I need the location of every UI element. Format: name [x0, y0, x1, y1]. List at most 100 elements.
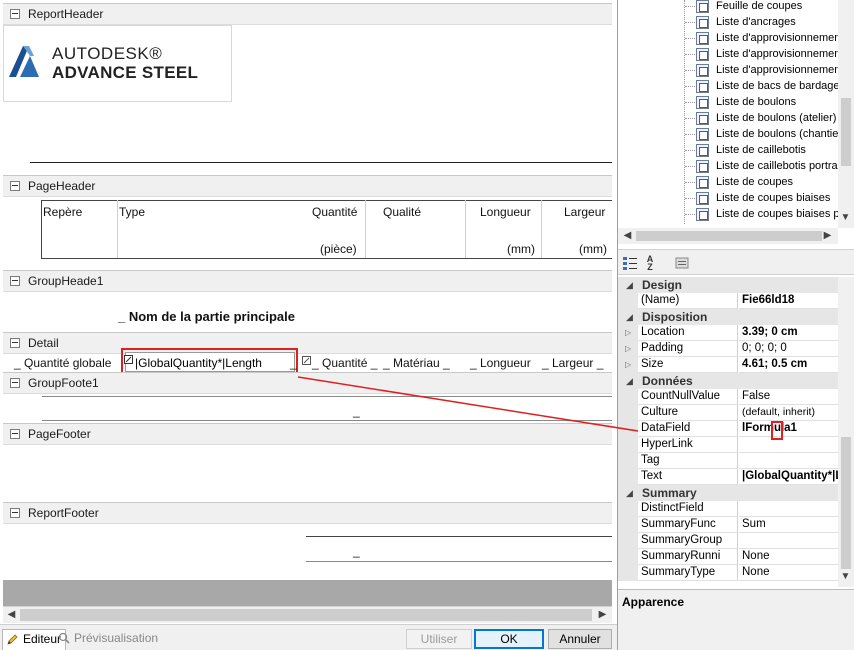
prop-row-tag[interactable]: Tag	[618, 453, 838, 469]
detail-field-largeur[interactable]: _ Largeur _	[542, 356, 603, 370]
prop-row-padding[interactable]: Padding 0; 0; 0; 0	[618, 341, 838, 357]
prop-value[interactable]: None	[739, 549, 838, 565]
scroll-thumb[interactable]	[20, 609, 592, 621]
detail-field-materiau[interactable]: _ Matériau _	[383, 356, 450, 370]
header-field-type[interactable]: Type	[119, 205, 145, 219]
group-footer-field[interactable]: _	[353, 404, 360, 418]
report-document-icon	[696, 160, 709, 173]
band-header-group-header[interactable]: GroupHeade1	[3, 270, 612, 292]
header-unit-mm-longueur[interactable]: (mm)	[507, 242, 535, 256]
band-header-detail[interactable]: Detail	[3, 332, 612, 354]
prop-value[interactable]: False	[739, 389, 838, 405]
group-title-field[interactable]: _ Nom de la partie principale	[118, 309, 295, 324]
header-field-qualite[interactable]: Qualité	[383, 205, 421, 219]
category-design[interactable]: ◢ Design	[618, 277, 838, 293]
header-field-quantite[interactable]: Quantité	[312, 205, 357, 219]
band-header-report-footer[interactable]: ReportFooter	[3, 502, 612, 524]
prop-value-datafield[interactable]: lFormula1	[739, 421, 838, 437]
prop-row-summarygroup[interactable]: SummaryGroup	[618, 533, 838, 549]
prop-value[interactable]: 0; 0; 0; 0	[739, 341, 838, 357]
prop-value[interactable]: 4.61; 0.5 cm	[739, 357, 838, 373]
collapse-toggle-icon[interactable]	[10, 338, 20, 348]
collapse-toggle-icon[interactable]	[10, 429, 20, 439]
collapse-arrow-icon[interactable]: ◢	[626, 277, 633, 293]
cancel-button[interactable]: Annuler	[548, 629, 612, 649]
band-header-report-header[interactable]: ReportHeader	[3, 3, 612, 25]
collapse-arrow-icon[interactable]: ◢	[626, 373, 633, 389]
prop-row-summaryfunc[interactable]: SummaryFunc Sum	[618, 517, 838, 533]
logo-picture[interactable]: AUTODESK® ADVANCE STEEL	[3, 25, 232, 102]
collapse-arrow-icon[interactable]: ◢	[626, 309, 633, 325]
detail-field-longueur[interactable]: _ Longueur	[470, 356, 531, 370]
category-donnees[interactable]: ◢ Données	[618, 373, 838, 389]
prop-value[interactable]: (default, inherit)	[739, 405, 838, 421]
property-vertical-scrollbar[interactable]: ▼	[838, 277, 854, 587]
collapse-toggle-icon[interactable]	[10, 276, 20, 286]
field-anchor-icon[interactable]	[302, 356, 311, 365]
expand-arrow-icon[interactable]	[618, 325, 638, 341]
tab-preview[interactable]: Prévisualisation	[54, 629, 162, 650]
band-header-group-footer[interactable]: GroupFoote1	[3, 372, 612, 394]
use-button[interactable]: Utiliser	[406, 629, 472, 649]
sort-alphabetical-icon[interactable]: AZ	[642, 255, 658, 272]
prop-value[interactable]	[739, 453, 838, 469]
band-header-page-footer[interactable]: PageFooter	[3, 423, 612, 445]
scroll-thumb[interactable]	[841, 437, 851, 569]
scroll-left-icon[interactable]: ◀	[4, 609, 19, 621]
expand-arrow-icon[interactable]	[618, 341, 638, 357]
prop-row-summarytype[interactable]: SummaryType None	[618, 565, 838, 581]
prop-row-culture[interactable]: Culture (default, inherit)	[618, 405, 838, 421]
prop-row-location[interactable]: Location 3.39; 0 cm	[618, 325, 838, 341]
collapse-toggle-icon[interactable]	[10, 378, 20, 388]
header-unit-mm-largeur[interactable]: (mm)	[579, 242, 607, 256]
prop-value[interactable]	[739, 501, 838, 517]
categorized-view-icon[interactable]	[622, 255, 638, 271]
scroll-right-icon[interactable]: ▶	[595, 609, 610, 621]
scroll-left-icon[interactable]: ◀	[620, 230, 635, 242]
collapse-toggle-icon[interactable]	[10, 508, 20, 518]
header-field-repere[interactable]: Repère	[43, 205, 82, 219]
tree-horizontal-scrollbar[interactable]: ◀ ▶	[618, 228, 838, 244]
detail-field-quantite-globale[interactable]: _ Quantité globale	[14, 356, 111, 370]
header-field-longueur[interactable]: Longueur	[480, 205, 531, 219]
prop-row-text[interactable]: Text |GlobalQuantity*|Len	[618, 469, 838, 485]
prop-row-distinctfield[interactable]: DistinctField	[618, 501, 838, 517]
prop-value[interactable]: Fie66ld18	[739, 293, 838, 309]
resize-handle-icon[interactable]	[124, 355, 133, 364]
prop-value[interactable]: 3.39; 0 cm	[739, 325, 838, 341]
prop-value[interactable]: Sum	[739, 517, 838, 533]
expand-arrow-icon[interactable]	[618, 357, 638, 373]
prop-row-size[interactable]: Size 4.61; 0.5 cm	[618, 357, 838, 373]
scroll-right-icon[interactable]: ▶	[820, 230, 835, 242]
scroll-thumb[interactable]	[841, 98, 851, 166]
detail-field-quantite[interactable]: _ Quantité _	[312, 356, 377, 370]
detail-field-global-quantity-length[interactable]: |GlobalQuantity*|Length	[124, 352, 295, 372]
designer-horizontal-scrollbar[interactable]: ◀ ▶	[3, 606, 612, 623]
report-designer[interactable]: ReportHeader AUTODESK® ADVANCE STEEL Pag…	[0, 0, 617, 650]
category-disposition[interactable]: ◢ Disposition	[618, 309, 838, 325]
prop-row-hyperlink[interactable]: HyperLink	[618, 437, 838, 453]
prop-value[interactable]: None	[739, 565, 838, 581]
category-summary[interactable]: ◢ Summary	[618, 485, 838, 501]
ok-button[interactable]: OK	[474, 629, 544, 649]
scroll-down-icon[interactable]: ▼	[838, 212, 853, 224]
collapse-toggle-icon[interactable]	[10, 9, 20, 19]
scroll-thumb[interactable]	[636, 231, 822, 241]
prop-row-summaryrunning[interactable]: SummaryRunni None	[618, 549, 838, 565]
prop-value[interactable]	[739, 533, 838, 549]
band-header-page-header[interactable]: PageHeader	[3, 175, 612, 197]
scroll-down-icon[interactable]: ▼	[838, 571, 853, 583]
collapse-arrow-icon[interactable]: ◢	[626, 485, 633, 501]
header-unit-piece[interactable]: (pièce)	[320, 242, 357, 256]
prop-row-name[interactable]: (Name) Fie66ld18	[618, 293, 838, 309]
report-footer-field[interactable]: _	[353, 544, 360, 558]
prop-value[interactable]	[739, 437, 838, 453]
property-pages-icon[interactable]	[674, 255, 690, 271]
header-field-largeur[interactable]: Largeur	[564, 205, 605, 219]
pencil-icon	[7, 634, 18, 645]
prop-row-datafield[interactable]: DataField lFormula1	[618, 421, 838, 437]
prop-row-countnullvalue[interactable]: CountNullValue False	[618, 389, 838, 405]
tree-vertical-scrollbar[interactable]: ▼	[838, 0, 854, 228]
collapse-toggle-icon[interactable]	[10, 181, 20, 191]
prop-value[interactable]: |GlobalQuantity*|Len	[739, 469, 838, 485]
